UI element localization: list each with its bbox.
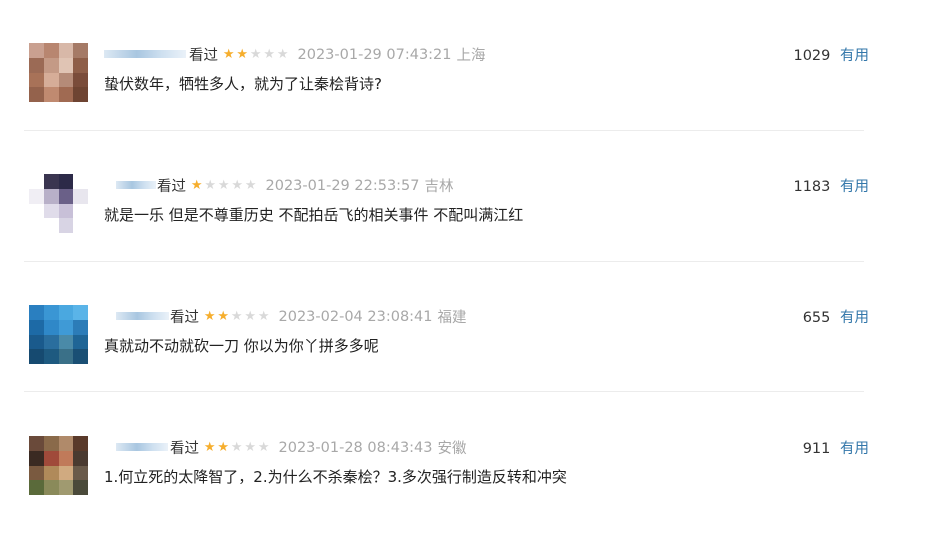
comment-item: 看过 ★ ★ ★ ★ ★ 2023-01-29 07:43:21 上海 1029 有用 … xyxy=(0,33,935,164)
vote-area: 911 有用 xyxy=(803,437,869,458)
divider xyxy=(24,261,864,262)
useful-button[interactable]: 有用 xyxy=(840,441,869,457)
comment-meta: 看过 ★ ★ ★ ★ ★ 2023-02-04 23:08:41 福建 xyxy=(170,306,467,327)
comment-meta: 看过 ★ ★ ★ ★ ★ 2023-01-28 08:43:43 安徽 xyxy=(170,437,467,458)
comment-meta: 看过 ★ ★ ★ ★ ★ 2023-01-29 07:43:21 上海 xyxy=(189,44,486,65)
vote-count: 655 xyxy=(802,310,831,326)
timestamp: 2023-01-28 08:43:43 xyxy=(278,439,433,456)
avatar[interactable] xyxy=(29,305,88,364)
rating-stars: ★ ★ ★ ★ ★ xyxy=(222,46,290,62)
useful-button[interactable]: 有用 xyxy=(840,310,869,326)
username[interactable] xyxy=(116,181,156,189)
star-empty-icon: ★ xyxy=(276,46,289,62)
star-filled-icon: ★ xyxy=(236,46,249,62)
vote-area: 1183 有用 xyxy=(793,175,869,196)
location: 安徽 xyxy=(437,441,467,457)
star-empty-icon: ★ xyxy=(230,439,243,455)
username[interactable] xyxy=(116,443,168,451)
username[interactable] xyxy=(116,312,169,320)
username[interactable] xyxy=(104,50,186,58)
star-filled-icon: ★ xyxy=(217,308,230,324)
avatar[interactable] xyxy=(29,43,88,102)
star-filled-icon: ★ xyxy=(217,439,230,455)
comment-item: 看过 ★ ★ ★ ★ ★ 2023-01-29 22:53:57 吉林 1183 有用 … xyxy=(0,164,935,295)
rating-stars: ★ ★ ★ ★ ★ xyxy=(203,308,271,324)
comment-text: 1.何立死的太降智了，2.为什么不杀秦桧？3.多次强行制造反转和冲突 xyxy=(104,468,567,486)
star-empty-icon: ★ xyxy=(244,308,257,324)
location: 上海 xyxy=(456,48,486,64)
rating-stars: ★ ★ ★ ★ ★ xyxy=(203,439,271,455)
timestamp: 2023-01-29 22:53:57 xyxy=(265,177,420,194)
comment-item: 看过 ★ ★ ★ ★ ★ 2023-02-04 23:08:41 福建 655 有用 真… xyxy=(0,295,935,426)
star-empty-icon: ★ xyxy=(204,177,217,193)
watch-status: 看过 xyxy=(189,48,218,64)
watch-status: 看过 xyxy=(170,310,199,326)
star-empty-icon: ★ xyxy=(244,439,257,455)
star-empty-icon: ★ xyxy=(257,308,270,324)
timestamp: 2023-01-29 07:43:21 xyxy=(297,46,452,63)
star-empty-icon: ★ xyxy=(249,46,262,62)
location: 吉林 xyxy=(424,179,454,195)
comment-text: 就是一乐 但是不尊重历史 不配拍岳飞的相关事件 不配叫满江红 xyxy=(104,206,524,224)
star-empty-icon: ★ xyxy=(263,46,276,62)
location: 福建 xyxy=(437,310,467,326)
useful-button[interactable]: 有用 xyxy=(840,179,869,195)
star-empty-icon: ★ xyxy=(257,439,270,455)
watch-status: 看过 xyxy=(170,441,199,457)
useful-button[interactable]: 有用 xyxy=(840,48,869,64)
star-empty-icon: ★ xyxy=(230,308,243,324)
star-empty-icon: ★ xyxy=(231,177,244,193)
star-filled-icon: ★ xyxy=(222,46,235,62)
rating-stars: ★ ★ ★ ★ ★ xyxy=(190,177,258,193)
comment-meta: 看过 ★ ★ ★ ★ ★ 2023-01-29 22:53:57 吉林 xyxy=(157,175,454,196)
vote-area: 1029 有用 xyxy=(793,44,869,65)
vote-count: 1029 xyxy=(793,48,831,64)
star-filled-icon: ★ xyxy=(203,308,216,324)
comment-text: 真就动不动就砍一刀 你以为你丫拼多多呢 xyxy=(104,337,379,355)
star-filled-icon: ★ xyxy=(190,177,203,193)
comment-text: 蛰伏数年，牺牲多人，就为了让秦桧背诗? xyxy=(104,75,382,93)
vote-area: 655 有用 xyxy=(803,306,869,327)
divider xyxy=(24,130,864,131)
star-filled-icon: ★ xyxy=(203,439,216,455)
avatar[interactable] xyxy=(29,174,88,233)
watch-status: 看过 xyxy=(157,179,186,195)
vote-count: 911 xyxy=(802,441,831,457)
avatar[interactable] xyxy=(29,436,88,495)
divider xyxy=(24,391,864,392)
comment-item: 看过 ★ ★ ★ ★ ★ 2023-01-28 08:43:43 安徽 911 有用 1… xyxy=(0,426,935,557)
star-empty-icon: ★ xyxy=(244,177,257,193)
vote-count: 1183 xyxy=(793,179,831,195)
timestamp: 2023-02-04 23:08:41 xyxy=(278,308,433,325)
star-empty-icon: ★ xyxy=(217,177,230,193)
